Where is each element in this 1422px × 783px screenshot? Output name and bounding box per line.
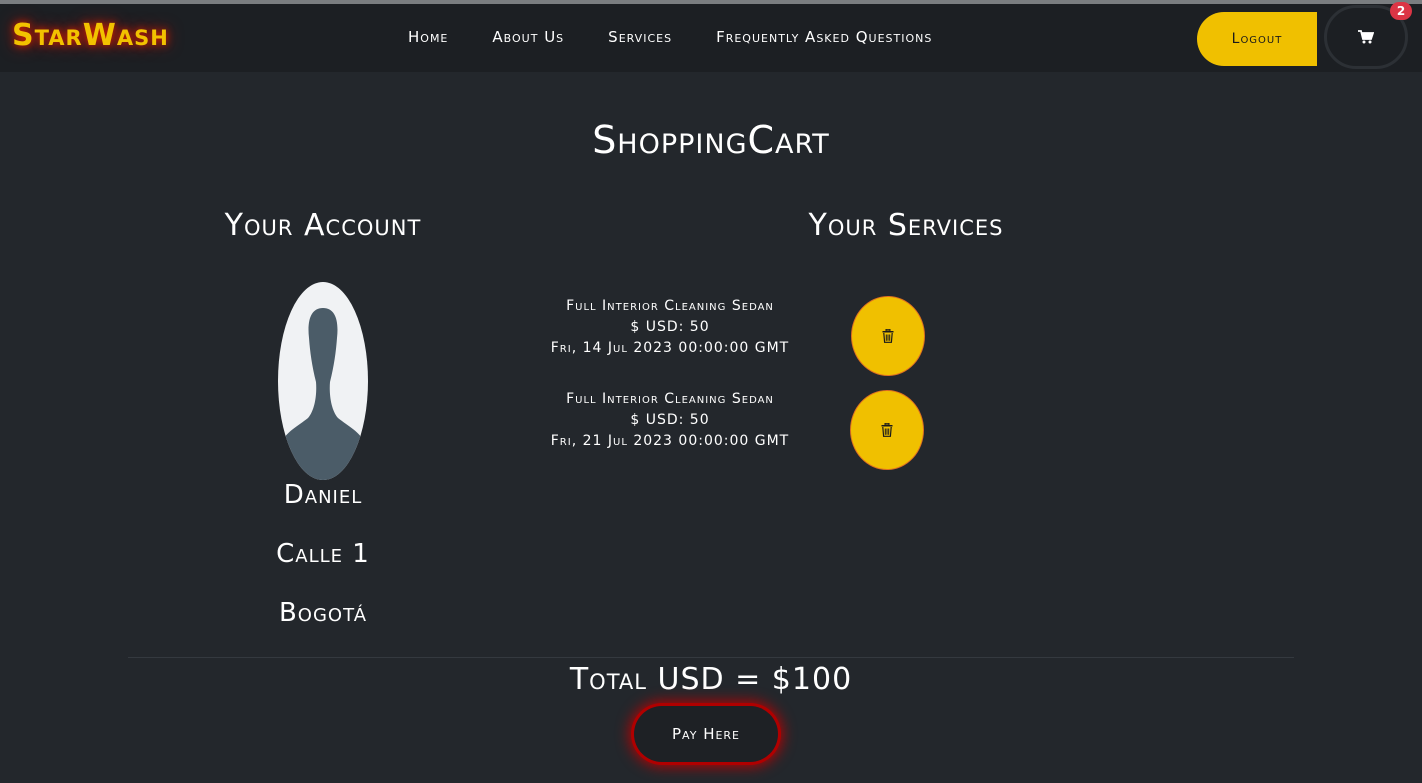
- nav-link-home[interactable]: Home: [408, 28, 448, 46]
- remove-service-button[interactable]: [850, 390, 924, 470]
- service-date: Fri, 21 Jul 2023 00:00:00 GMT: [550, 433, 790, 449]
- account-heading: Your Account: [224, 208, 422, 243]
- cart-icon: [1358, 30, 1374, 44]
- nav-link-services[interactable]: Services: [608, 28, 672, 46]
- service-date: Fri, 14 Jul 2023 00:00:00 GMT: [550, 340, 790, 356]
- service-item: Full Interior Cleaning Sedan $ USD: 50 F…: [500, 296, 840, 359]
- cart-total: Total USD = $100: [569, 662, 853, 697]
- service-price: $ USD: 50: [630, 319, 710, 335]
- account-name: Daniel: [283, 480, 363, 510]
- nav-link-faq[interactable]: Frequently Asked Questions: [716, 28, 932, 46]
- account-address: Calle 1: [276, 539, 370, 569]
- divider: [128, 657, 1294, 658]
- cart-count-badge: 2: [1390, 2, 1412, 20]
- brand-logo[interactable]: StarWash: [12, 18, 169, 53]
- trash-icon: [881, 423, 893, 437]
- nav-links: Home About Us Services Frequently Asked …: [408, 28, 932, 46]
- services-heading: Your Services: [808, 208, 1004, 243]
- service-item: Full Interior Cleaning Sedan $ USD: 50 F…: [500, 389, 840, 452]
- user-silhouette-icon: [282, 308, 364, 480]
- avatar: [278, 282, 368, 480]
- service-name: Full Interior Cleaning Sedan: [566, 298, 774, 314]
- account-city: Bogotá: [278, 598, 368, 628]
- nav-link-about-us[interactable]: About Us: [492, 28, 564, 46]
- service-price: $ USD: 50: [630, 412, 710, 428]
- logout-button[interactable]: Logout: [1197, 12, 1317, 66]
- pay-here-button[interactable]: Pay Here: [634, 706, 778, 762]
- service-name: Full Interior Cleaning Sedan: [566, 391, 774, 407]
- navbar: StarWash Home About Us Services Frequent…: [0, 4, 1422, 72]
- remove-service-button[interactable]: [851, 296, 925, 376]
- page-title: ShoppingCart: [592, 118, 830, 162]
- trash-icon: [882, 329, 894, 343]
